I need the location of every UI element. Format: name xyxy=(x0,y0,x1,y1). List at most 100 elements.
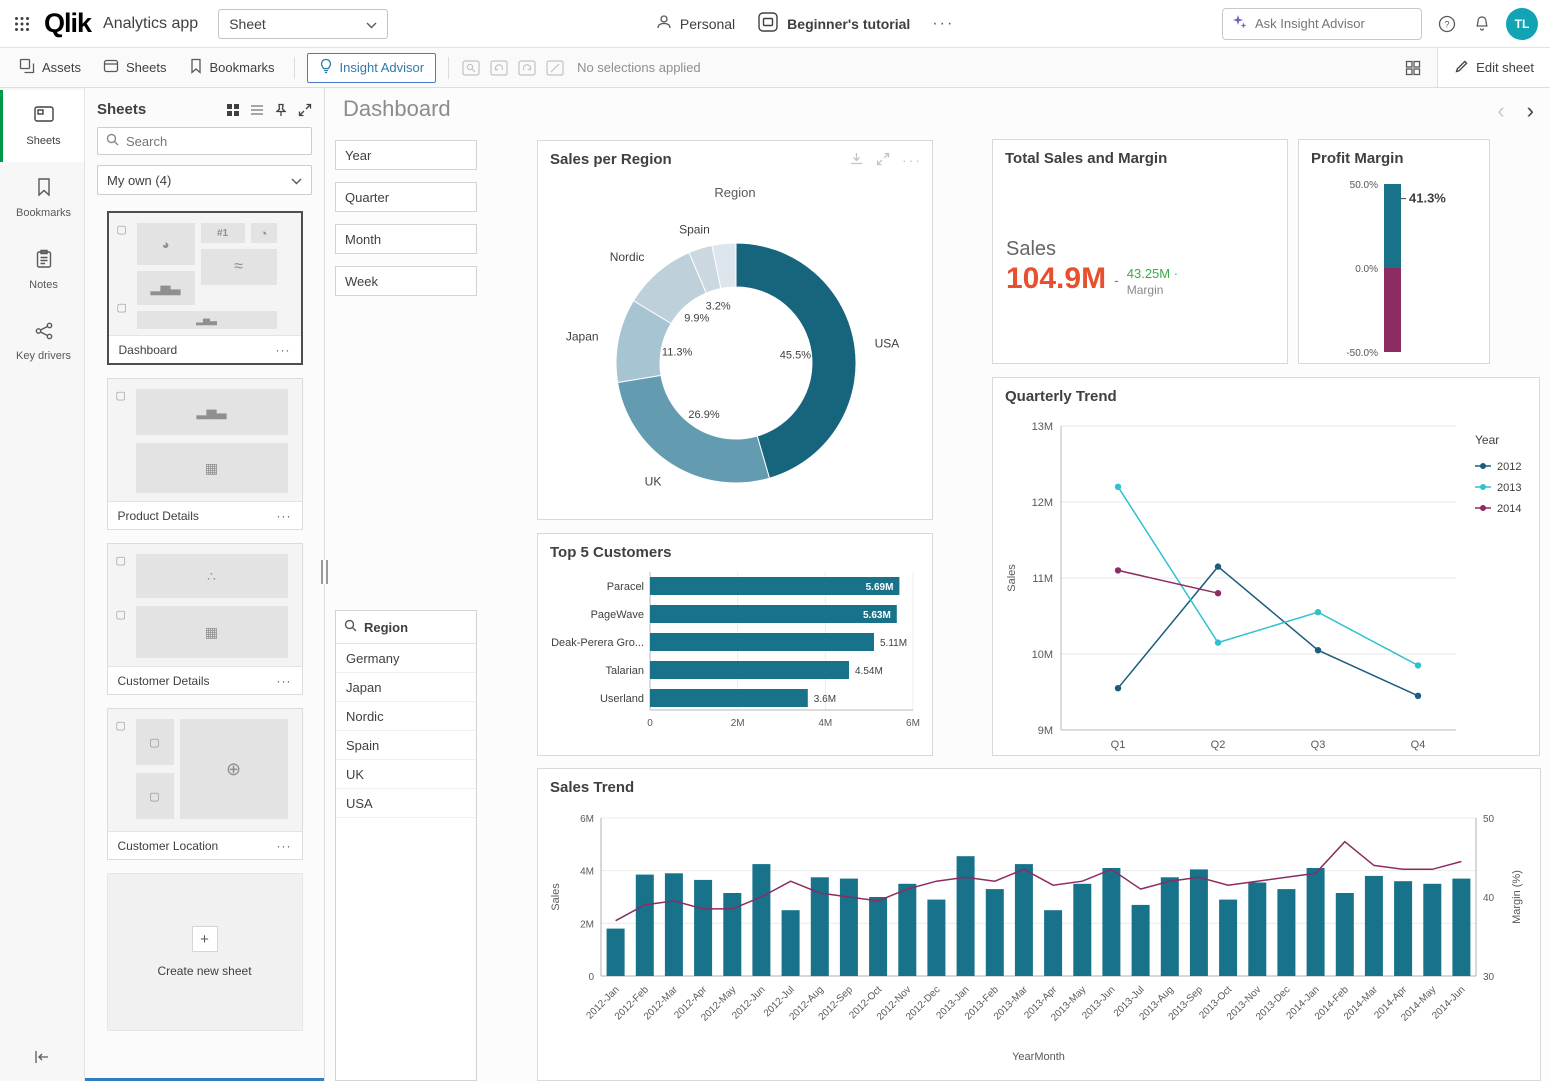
sheet-options-icon[interactable]: ··· xyxy=(277,674,292,688)
rail-item-bookmarks[interactable]: Bookmarks xyxy=(0,162,84,234)
assets-button[interactable]: Assets xyxy=(8,53,92,83)
step-forward-icon[interactable] xyxy=(513,54,541,82)
help-icon[interactable]: ? xyxy=(1436,13,1458,35)
dashboard-canvas: Dashboard ‹ › Year Quarter Month Week Re… xyxy=(325,88,1550,1081)
sheets-search[interactable] xyxy=(97,127,312,155)
collection-filter-select[interactable]: My own (4) xyxy=(97,165,312,195)
chart-profit-margin[interactable]: Profit Margin 50.0% 0.0% -50.0% 41.3% xyxy=(1298,139,1490,364)
grid-view-icon[interactable] xyxy=(226,103,240,117)
chart-title: Top 5 Customers xyxy=(550,544,672,561)
sheets-button[interactable]: Sheets xyxy=(92,53,177,83)
filter-quarter[interactable]: Quarter xyxy=(335,182,477,212)
app-launcher-icon[interactable] xyxy=(12,14,32,34)
avatar[interactable]: TL xyxy=(1506,7,1538,40)
sheets-search-input[interactable] xyxy=(126,133,303,149)
insight-advisor-button[interactable]: Insight Advisor xyxy=(306,52,437,83)
filter-month[interactable]: Month xyxy=(335,224,477,254)
chart-title: Quarterly Trend xyxy=(1005,388,1117,405)
rail-item-notes[interactable]: Notes xyxy=(0,234,84,306)
sheet-tiles: ▢ ▢ ◕ #1 ◔ ≈ ▂▅▃ ▂▅▃ Dashboard ··· ▢ ▂▅▃… xyxy=(85,205,324,1081)
clear-selections-icon[interactable] xyxy=(541,54,569,82)
filter-year[interactable]: Year xyxy=(335,140,477,170)
insight-advisor-searchbox[interactable] xyxy=(1222,7,1431,40)
object-icon: ▢ xyxy=(116,302,127,314)
chart-title: Sales Trend xyxy=(550,779,635,796)
expand-panel-icon[interactable] xyxy=(298,103,312,117)
svg-text:11.3%: 11.3% xyxy=(662,347,693,359)
sheet-options-icon[interactable]: ··· xyxy=(277,509,292,523)
chart-sales-trend[interactable]: Sales Trend 0 2M 4M 6M 30 40 50 2012-Jan 2012-Fe… xyxy=(537,768,1541,1081)
sheet-tile-customer-location[interactable]: ▢ ▢ ▢ ⊕ Customer Location ··· xyxy=(106,708,303,860)
svg-text:9.9%: 9.9% xyxy=(684,313,709,325)
rail-item-sheets[interactable]: Sheets xyxy=(0,90,84,162)
sheet-tile-dashboard[interactable]: ▢ ▢ ◕ #1 ◔ ≈ ▂▅▃ ▂▅▃ Dashboard ··· xyxy=(106,211,303,365)
region-listbox-title: Region xyxy=(364,619,409,635)
chart-quarterly-trend[interactable]: Quarterly Trend 9M 10M 11M 12M 13M Q1 Q2 Q3 Q4 Sa… xyxy=(992,377,1540,756)
chart-sales-per-region[interactable]: Sales per Region ··· Region 45.5% USA 26.9… xyxy=(537,140,933,520)
bookmark-rail-icon xyxy=(36,177,52,200)
collection-filter-value: My own (4) xyxy=(107,172,172,188)
notifications-bell-icon[interactable] xyxy=(1472,13,1492,34)
svg-text:Nordic: Nordic xyxy=(610,250,645,264)
download-icon[interactable] xyxy=(849,151,864,169)
region-item-japan[interactable]: Japan xyxy=(336,673,476,702)
panel-resize-handle[interactable] xyxy=(321,560,328,584)
app-breadcrumb[interactable]: Beginner's tutorial xyxy=(757,11,910,36)
sheet-tile-product-details[interactable]: ▢ ▂▅▃ ▦ Product Details ··· xyxy=(106,378,303,530)
svg-text:Talarian: Talarian xyxy=(605,665,644,677)
tutorial-app-icon xyxy=(757,11,779,36)
filter-week[interactable]: Week xyxy=(335,266,477,296)
notes-rail-icon xyxy=(35,249,53,272)
app-title: Analytics app xyxy=(103,14,199,32)
insight-advisor-input[interactable] xyxy=(1255,16,1431,31)
rail-label: Sheets xyxy=(26,135,61,147)
svg-text:11M: 11M xyxy=(1032,573,1053,585)
sheet-options-icon[interactable]: ··· xyxy=(276,343,291,357)
line-chart[interactable]: 9M 10M 11M 12M 13M Q1 Q2 Q3 Q4 Sales Year 2012 2013 2… xyxy=(993,378,1541,757)
pin-icon[interactable] xyxy=(274,103,288,117)
chart-options-icon[interactable]: ··· xyxy=(902,152,922,168)
search-selections-icon[interactable] xyxy=(457,54,485,82)
bookmarks-button[interactable]: Bookmarks xyxy=(178,53,286,83)
region-item-nordic[interactable]: Nordic xyxy=(336,702,476,731)
fullscreen-icon[interactable] xyxy=(876,152,890,169)
svg-text:?: ? xyxy=(1444,19,1449,29)
chart-top-customers[interactable]: Top 5 Customers 0 2M 4M 6M Paracel 5.69M PageW… xyxy=(537,533,933,756)
bar-chart[interactable]: 0 2M 4M 6M Paracel 5.69M PageWave 5.63M Deak-Per… xyxy=(538,534,934,757)
search-icon[interactable] xyxy=(344,619,357,635)
sheet-icon xyxy=(103,58,119,77)
personal-menu[interactable]: Personal xyxy=(656,14,735,33)
region-item-uk[interactable]: UK xyxy=(336,760,476,789)
object-icon: ▢ xyxy=(135,719,174,765)
combo-chart[interactable]: 02M4M6M3040502012-Jan2012-Feb2012-Mar201… xyxy=(538,769,1542,1081)
list-view-icon[interactable] xyxy=(250,104,264,116)
chart-total-sales-margin[interactable]: Total Sales and Margin Sales 104.9M - 43… xyxy=(992,139,1288,364)
chevron-down-icon xyxy=(291,173,302,188)
create-new-sheet-button[interactable]: + Create new sheet xyxy=(106,873,303,1031)
next-sheet-icon[interactable]: › xyxy=(1527,98,1534,124)
gauge-chart[interactable]: 50.0% 0.0% -50.0% 41.3% xyxy=(1299,140,1491,365)
previous-sheet-icon[interactable]: ‹ xyxy=(1497,98,1504,124)
svg-text:2M: 2M xyxy=(580,919,594,930)
qlik-logo[interactable]: Qlik xyxy=(44,8,92,39)
rail-item-key-drivers[interactable]: Key drivers xyxy=(0,306,84,378)
region-item-spain[interactable]: Spain xyxy=(336,731,476,760)
collapse-panel-icon[interactable] xyxy=(34,1050,50,1067)
sheet-selector[interactable]: Sheet xyxy=(218,8,389,39)
region-item-usa[interactable]: USA xyxy=(336,789,476,818)
grid-layout-icon[interactable] xyxy=(1399,54,1427,82)
sheet-thumbnail: ▢ ▢ ◕ #1 ◔ ≈ ▂▅▃ ▂▅▃ xyxy=(108,213,301,335)
key-drivers-rail-icon xyxy=(34,322,54,343)
divider xyxy=(293,56,295,79)
region-item-germany[interactable]: Germany xyxy=(336,644,476,673)
step-back-icon[interactable] xyxy=(485,54,513,82)
sheet-options-icon[interactable]: ··· xyxy=(277,839,292,853)
kpi-value: 104.9M xyxy=(1006,262,1107,295)
sheet-tile-customer-details[interactable]: ▢ ▢ ∴ ▦ Customer Details ··· xyxy=(106,543,303,695)
svg-text:0: 0 xyxy=(588,972,594,983)
more-menu-button[interactable]: ··· xyxy=(932,15,954,33)
sheet-toolbar: Assets Sheets Bookmarks Insight Advisor … xyxy=(0,48,1550,88)
edit-sheet-button[interactable]: Edit sheet xyxy=(1437,48,1550,87)
svg-text:13M: 13M xyxy=(1032,421,1053,433)
filter-label: Quarter xyxy=(345,189,390,205)
